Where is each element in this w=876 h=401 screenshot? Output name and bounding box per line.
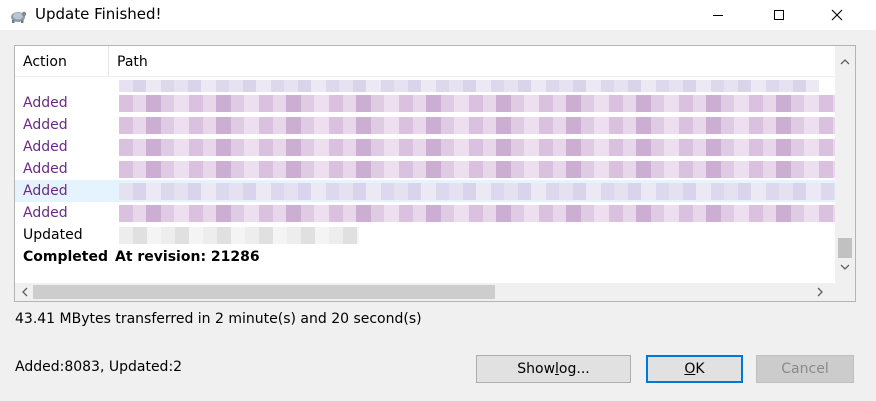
table-row[interactable]: Updated (15, 224, 835, 246)
tortoise-icon (8, 5, 28, 25)
redacted-path (119, 80, 819, 92)
table-row[interactable]: Added (15, 202, 835, 224)
redacted-path (119, 205, 835, 222)
scroll-down-icon[interactable] (840, 264, 850, 271)
close-button[interactable] (814, 0, 860, 30)
cancel-button[interactable]: Cancel (756, 355, 854, 383)
row-action: Added (23, 139, 68, 155)
table-row[interactable]: Added (15, 92, 835, 114)
scroll-up-icon[interactable] (840, 58, 850, 65)
title-bar: Update Finished! (0, 0, 876, 30)
redacted-path (119, 117, 835, 134)
scrollbar-corner (835, 283, 855, 301)
table-row[interactable]: Added (15, 180, 835, 202)
scroll-left-icon[interactable] (21, 287, 28, 297)
horizontal-scroll-thumb[interactable] (33, 285, 495, 299)
table-row[interactable]: Completed At revision: 21286 (15, 246, 835, 268)
redacted-path (119, 161, 835, 178)
table-row[interactable]: Added (15, 114, 835, 136)
row-action: Added (23, 183, 68, 199)
scroll-right-icon[interactable] (817, 287, 824, 297)
redacted-path (119, 227, 359, 244)
row-action: Added (23, 117, 68, 133)
update-results-list[interactable]: Action Path Added Added Added Added Added Add… (14, 45, 856, 302)
close-icon (831, 9, 843, 21)
minimize-button[interactable] (695, 0, 741, 30)
table-row[interactable]: Added (15, 136, 835, 158)
table-row[interactable]: Added (15, 158, 835, 180)
window-title: Update Finished! (35, 5, 162, 23)
show-log-button[interactable]: Show l og... (476, 355, 631, 383)
row-action: Completed (23, 249, 109, 265)
minimize-icon (713, 15, 723, 16)
summary-status: Added:8083, Updated:2 (15, 359, 183, 375)
redacted-path (119, 95, 835, 112)
vertical-scroll-thumb[interactable] (838, 238, 852, 258)
maximize-button[interactable] (756, 0, 802, 30)
list-header: Action Path (15, 46, 835, 77)
ok-button[interactable]: OK (646, 355, 743, 383)
row-action: Added (23, 161, 68, 177)
row-action: Updated (23, 227, 83, 243)
ok-label-mnemonic: O (684, 361, 696, 377)
show-log-label-prefix: Show (517, 361, 556, 377)
column-header-path[interactable]: Path (109, 46, 829, 76)
row-action: Added (23, 205, 68, 221)
redacted-path (119, 183, 835, 200)
maximize-icon (774, 10, 784, 20)
redacted-path (119, 139, 835, 156)
row-action: Added (23, 95, 68, 111)
column-header-action[interactable]: Action (15, 46, 109, 76)
transfer-status: 43.41 MBytes transferred in 2 minute(s) … (15, 311, 422, 327)
ok-label-suffix: K (695, 361, 705, 377)
horizontal-scrollbar[interactable] (15, 283, 855, 301)
vertical-scrollbar[interactable] (835, 46, 855, 283)
row-path: At revision: 21286 (115, 249, 260, 265)
show-log-label-suffix: og... (558, 361, 590, 377)
